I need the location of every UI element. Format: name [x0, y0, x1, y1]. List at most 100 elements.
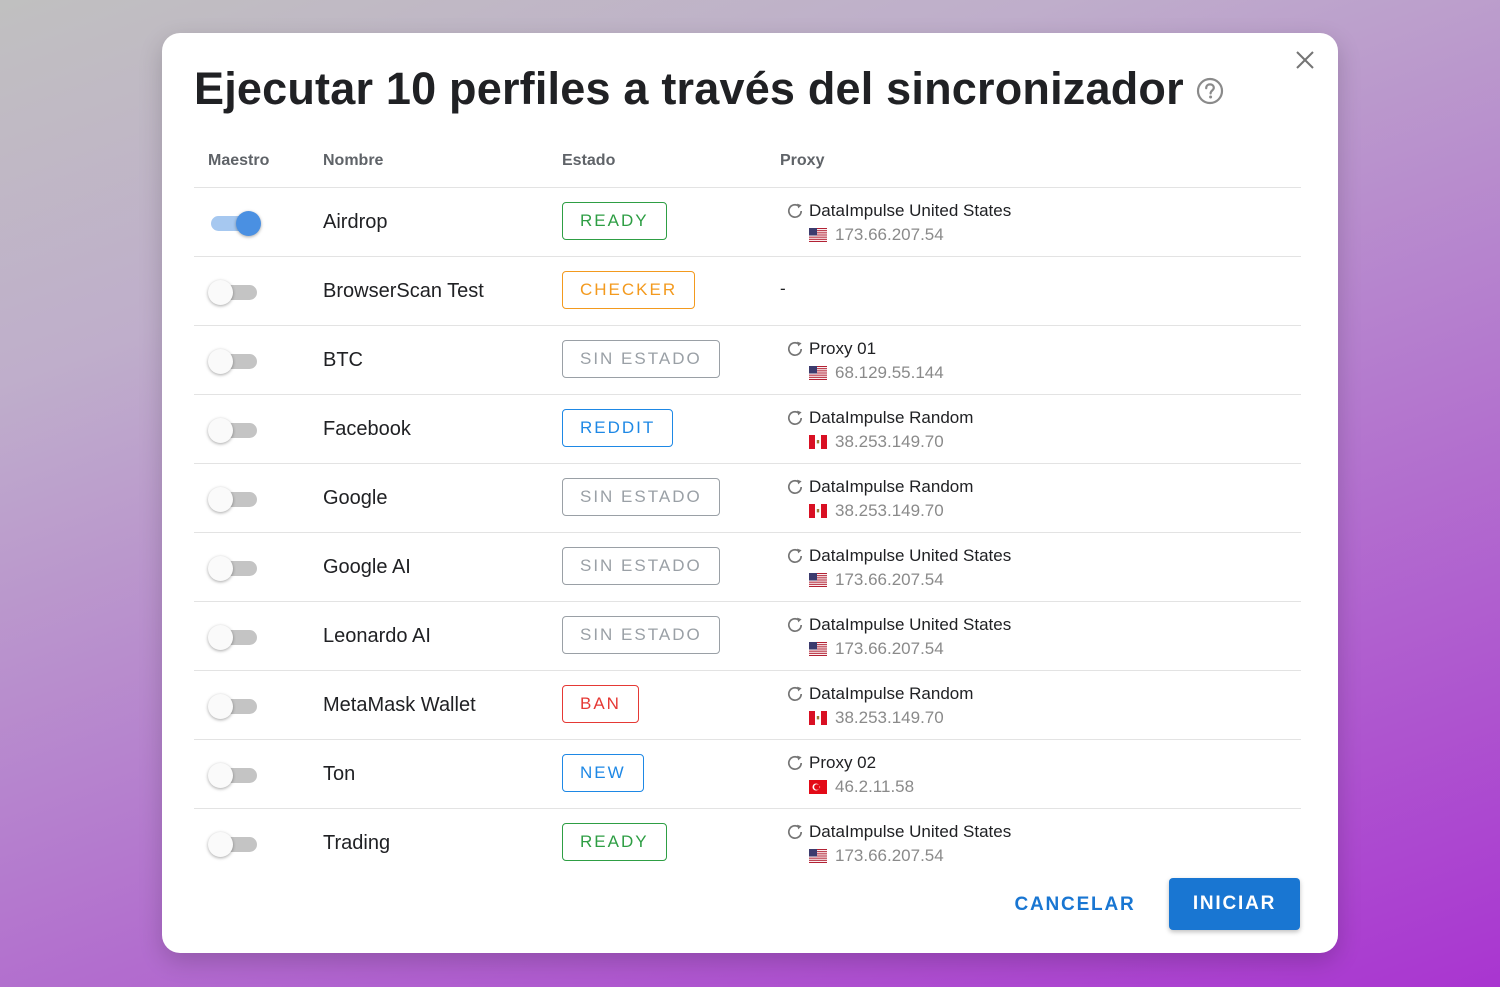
status-badge[interactable]: BAN [562, 685, 639, 723]
status-badge[interactable]: SIN ESTADO [562, 478, 720, 516]
proxy-ip: 173.66.207.54 [835, 846, 944, 865]
profile-name: BTC [323, 349, 363, 371]
cancel-button[interactable]: CANCELAR [1004, 881, 1146, 929]
refresh-icon[interactable] [786, 754, 804, 772]
profile-name: MetaMask Wallet [323, 694, 476, 716]
proxy-cell: Proxy 02 46.2.11.58 [786, 752, 914, 800]
proxy-cell: DataImpulse United States 173.66.207.54 [786, 545, 1011, 593]
status-badge[interactable]: NEW [562, 754, 644, 792]
proxy-cell: Proxy 01 68.129.55.144 [786, 338, 944, 386]
toggle-thumb [236, 211, 261, 236]
toggle-thumb [208, 763, 233, 788]
proxy-ip: 173.66.207.54 [835, 570, 944, 589]
start-button[interactable]: INICIAR [1169, 878, 1300, 930]
refresh-icon[interactable] [786, 409, 804, 427]
master-toggle[interactable] [208, 693, 258, 719]
toggle-thumb [208, 625, 233, 650]
refresh-icon[interactable] [786, 340, 804, 358]
proxy-name: DataImpulse Random [809, 684, 974, 703]
flag-us-icon [809, 573, 835, 587]
status-badge[interactable]: READY [562, 823, 667, 861]
status-badge[interactable]: REDDIT [562, 409, 674, 447]
proxy-name: DataImpulse United States [809, 615, 1012, 634]
dialog-title: Ejecutar 10 perfiles a través del sincro… [194, 63, 1224, 115]
profile-name: Facebook [323, 418, 411, 440]
close-icon[interactable] [1292, 47, 1318, 73]
refresh-icon[interactable] [786, 202, 804, 220]
proxy-cell: DataImpulse United States 173.66.207.54 [786, 200, 1011, 248]
master-toggle[interactable] [208, 624, 258, 650]
refresh-icon[interactable] [786, 823, 804, 841]
table-body: Airdrop READY DataImpulse United States 173… [194, 188, 1301, 877]
toggle-thumb [208, 487, 233, 512]
proxy-name: Proxy 01 [809, 339, 877, 358]
profile-name: Leonardo AI [323, 625, 431, 647]
proxy-name: DataImpulse United States [809, 822, 1012, 841]
master-toggle[interactable] [208, 417, 258, 443]
table-row: Ton NEW Proxy 02 46.2.11.58 [194, 740, 1301, 809]
master-toggle[interactable] [208, 762, 258, 788]
profile-name: Airdrop [323, 211, 388, 233]
sync-dialog: Ejecutar 10 perfiles a través del sincro… [162, 33, 1338, 953]
proxy-cell: DataImpulse Random 38.253.149.70 [786, 683, 973, 731]
master-toggle[interactable] [208, 348, 258, 374]
status-badge[interactable]: SIN ESTADO [562, 340, 720, 378]
column-header-master: Maestro [208, 152, 270, 169]
refresh-icon[interactable] [786, 616, 804, 634]
refresh-icon[interactable] [786, 478, 804, 496]
proxy-cell: DataImpulse Random 38.253.149.70 [786, 407, 973, 455]
flag-us-icon [809, 366, 835, 380]
toggle-thumb [208, 832, 233, 857]
flag-pe-icon [809, 435, 835, 449]
table-row: Google SIN ESTADO DataImpulse Random 38.253… [194, 464, 1301, 533]
toggle-thumb [208, 349, 233, 374]
table-row: Airdrop READY DataImpulse United States 173… [194, 188, 1301, 257]
proxy-name: DataImpulse United States [809, 546, 1012, 565]
table-row: Facebook REDDIT DataImpulse Random 38.253.1… [194, 395, 1301, 464]
proxy-name: DataImpulse Random [809, 477, 974, 496]
proxy-name: DataImpulse United States [809, 201, 1012, 220]
proxy-ip: 38.253.149.70 [835, 432, 944, 451]
table-row: MetaMask Wallet BAN DataImpulse Random 38.2… [194, 671, 1301, 740]
table-row: Google AI SIN ESTADO DataImpulse United St… [194, 533, 1301, 602]
master-toggle[interactable] [208, 210, 261, 236]
master-toggle[interactable] [208, 831, 258, 857]
table-row: Trading READY DataImpulse United States 173… [194, 809, 1301, 877]
proxy-name: DataImpulse Random [809, 408, 974, 427]
proxy-cell: DataImpulse United States 173.66.207.54 [786, 821, 1011, 869]
table-row: BrowserScan Test CHECKER - [194, 257, 1301, 326]
flag-us-icon [809, 642, 835, 656]
refresh-icon[interactable] [786, 547, 804, 565]
refresh-icon[interactable] [786, 685, 804, 703]
proxy-name: Proxy 02 [809, 753, 877, 772]
profile-name: Google AI [323, 556, 411, 578]
profile-name: BrowserScan Test [323, 280, 484, 302]
help-circle-icon[interactable] [1196, 77, 1224, 105]
proxy-ip: 173.66.207.54 [835, 639, 944, 658]
toggle-thumb [208, 694, 233, 719]
table-row: BTC SIN ESTADO Proxy 01 68.129.55.144 [194, 326, 1301, 395]
proxy-ip: 68.129.55.144 [835, 363, 944, 382]
proxy-cell: DataImpulse Random 38.253.149.70 [786, 476, 973, 524]
toggle-thumb [208, 280, 233, 305]
proxy-ip: 38.253.149.70 [835, 708, 944, 727]
column-header-status: Estado [562, 152, 616, 169]
column-header-name: Nombre [323, 152, 384, 169]
flag-pe-icon [809, 711, 835, 725]
status-badge[interactable]: SIN ESTADO [562, 616, 720, 654]
proxy-ip: 46.2.11.58 [835, 777, 915, 796]
status-badge[interactable]: CHECKER [562, 271, 696, 309]
master-toggle[interactable] [208, 279, 258, 305]
toggle-thumb [208, 556, 233, 581]
profile-name: Trading [323, 832, 391, 854]
proxy-cell: DataImpulse United States 173.66.207.54 [786, 614, 1011, 662]
profiles-table: Maestro Nombre Estado Proxy Airdrop READY… [194, 141, 1301, 877]
master-toggle[interactable] [208, 486, 258, 512]
master-toggle[interactable] [208, 555, 258, 581]
status-badge[interactable]: SIN ESTADO [562, 547, 720, 585]
proxy-ip: 173.66.207.54 [835, 225, 944, 244]
status-badge[interactable]: READY [562, 202, 667, 240]
flag-pe-icon [809, 504, 835, 518]
table-row: Leonardo AI SIN ESTADO DataImpulse United … [194, 602, 1301, 671]
flag-tr-icon [809, 780, 835, 794]
